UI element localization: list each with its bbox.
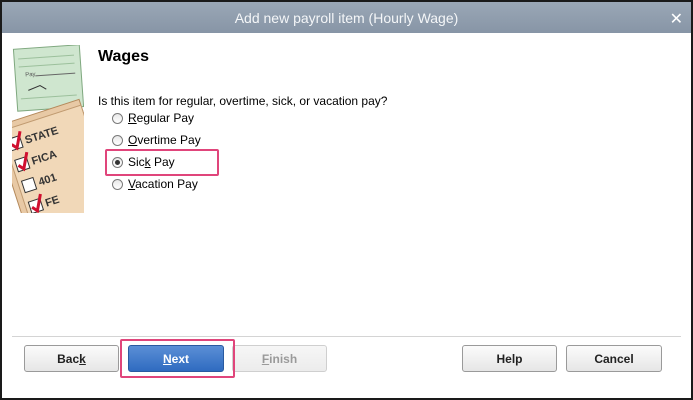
- window-title: Add new payroll item (Hourly Wage): [234, 10, 459, 26]
- highlight-box-next: [120, 339, 235, 378]
- radio-vacation-pay[interactable]: Vacation Pay: [112, 175, 198, 193]
- highlight-box-sick-pay: [105, 149, 219, 176]
- divider: [12, 336, 681, 337]
- dialog-window: Add new payroll item (Hourly Wage) ✕ Pay: [0, 0, 693, 400]
- page-title: Wages: [98, 48, 149, 65]
- radio-button[interactable]: [112, 112, 123, 124]
- payroll-forms-illustration: Pay STATE FICA 401 FE: [12, 45, 84, 213]
- title-bar: Add new payroll item (Hourly Wage) ✕: [2, 2, 691, 33]
- option-label: Overtime Pay: [128, 133, 201, 147]
- payroll-forms-image: Pay STATE FICA 401 FE: [12, 45, 84, 213]
- option-label: Vacation Pay: [128, 177, 198, 191]
- close-icon[interactable]: ✕: [670, 9, 683, 29]
- back-button[interactable]: Bac k: [24, 345, 119, 372]
- radio-regular-pay[interactable]: Regular Pay: [112, 109, 194, 127]
- radio-overtime-pay[interactable]: Overtime Pay: [112, 131, 201, 149]
- finish-button[interactable]: Finish: [232, 345, 327, 372]
- option-label: Regular Pay: [128, 111, 195, 125]
- cancel-button[interactable]: Cancel: [566, 345, 662, 372]
- dialog-content: Pay STATE FICA 401 FE Wages Is this item…: [2, 33, 691, 398]
- question-text: Is this item for regular, overtime, sick…: [98, 94, 388, 108]
- check-line-label: Pay: [25, 72, 36, 79]
- radio-button[interactable]: [112, 134, 123, 146]
- radio-button[interactable]: [112, 178, 123, 190]
- help-button[interactable]: Help: [462, 345, 557, 372]
